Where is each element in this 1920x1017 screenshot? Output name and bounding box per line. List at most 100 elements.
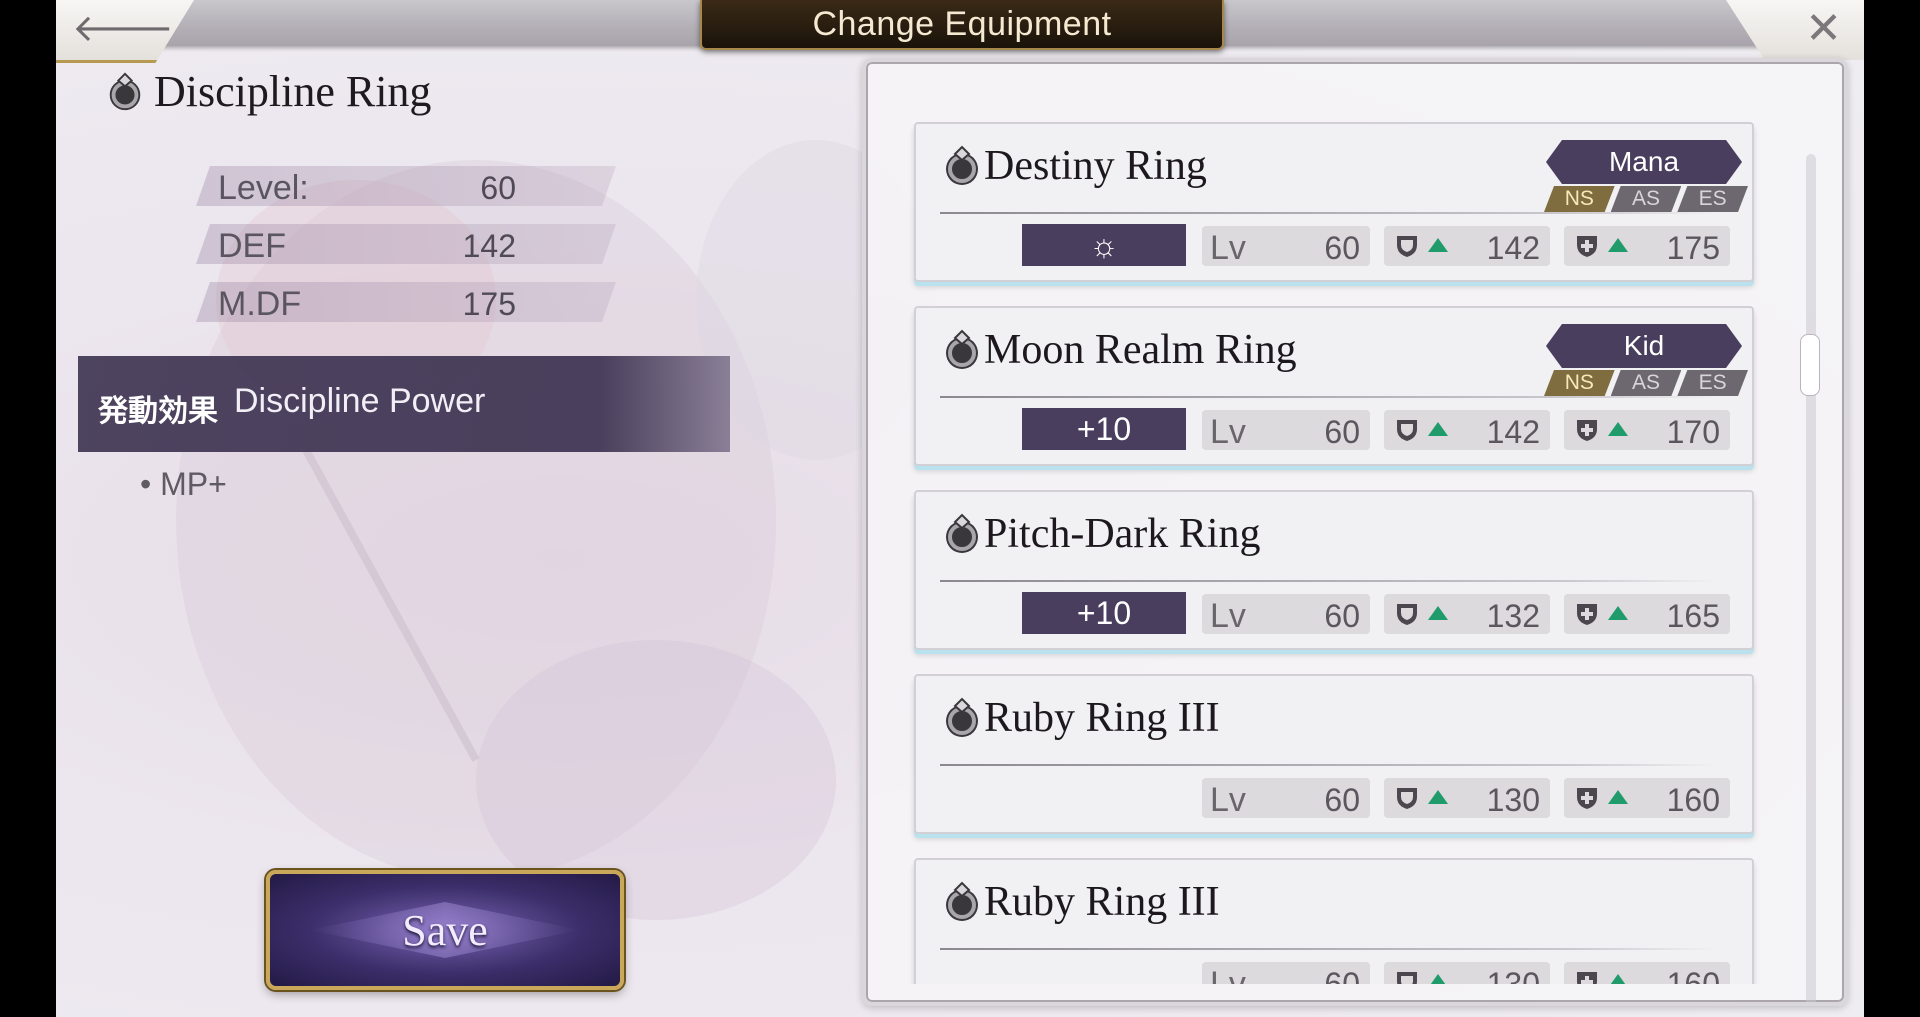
def-pill: 132: [1384, 594, 1550, 634]
mdf-value: 160: [1666, 782, 1720, 818]
enhance-badge: ☼: [1022, 224, 1186, 266]
equipment-name: Destiny Ring: [984, 143, 1207, 189]
scrollbar-track[interactable]: [1806, 154, 1816, 1002]
equipment-list-panel[interactable]: Destiny Ring Mana NS AS ES ☼ Lv 60 142 1…: [862, 58, 1848, 1006]
save-label: Save: [402, 905, 488, 955]
level-label: Lv: [1210, 413, 1246, 451]
stat-value: 142: [462, 228, 516, 264]
title-plate: Change Equipment: [700, 0, 1224, 50]
stat-value: 175: [462, 286, 516, 322]
mdf-value: 175: [1666, 230, 1720, 266]
def-value: 142: [1486, 414, 1540, 450]
equipment-name: Pitch-Dark Ring: [984, 511, 1261, 557]
level-value: 60: [1324, 414, 1360, 450]
magic-shield-icon: [1577, 972, 1597, 984]
mdf-value: 160: [1666, 966, 1720, 984]
style-tag: NS: [1544, 370, 1615, 396]
ring-icon: [946, 145, 978, 185]
equipment-name: Moon Realm Ring: [984, 327, 1297, 373]
character-badge: Mana: [1546, 140, 1742, 184]
effect-bar: 発動効果 Discipline Power: [78, 356, 730, 452]
stat-row-level: Level: 60: [196, 166, 616, 206]
stat-up-icon: [1608, 422, 1628, 436]
ring-icon: [946, 329, 978, 369]
mdf-pill: 165: [1564, 594, 1730, 634]
stat-up-icon: [1608, 238, 1628, 252]
save-button[interactable]: Save: [266, 870, 624, 990]
equipment-name: Ruby Ring III: [984, 695, 1220, 741]
close-button[interactable]: ✕: [1726, 0, 1864, 60]
equipment-list[interactable]: Destiny Ring Mana NS AS ES ☼ Lv 60 142 1…: [866, 92, 1844, 984]
equipment-card[interactable]: Ruby Ring III Lv 60 130 160: [914, 674, 1754, 834]
stat-up-icon: [1428, 790, 1448, 804]
divider: [940, 212, 1716, 214]
equipment-card[interactable]: Ruby Ring III Lv 60 130 160: [914, 858, 1754, 984]
shield-icon: [1397, 420, 1417, 441]
style-tag: ES: [1677, 186, 1748, 212]
level-pill: Lv 60: [1202, 962, 1370, 984]
stat-value: 60: [480, 170, 516, 206]
magic-shield-icon: [1577, 236, 1597, 257]
divider: [940, 396, 1716, 398]
mdf-value: 165: [1666, 598, 1720, 634]
def-value: 142: [1486, 230, 1540, 266]
stat-label: M.DF: [218, 285, 302, 323]
stat-label: DEF: [218, 227, 286, 265]
level-label: Lv: [1210, 965, 1246, 984]
level-label: Lv: [1210, 597, 1246, 635]
selected-item-header: Discipline Ring: [104, 66, 431, 117]
level-label: Lv: [1210, 229, 1246, 267]
back-arrow-icon: 🡐: [72, 6, 174, 50]
def-value: 130: [1486, 782, 1540, 818]
equipment-name: Ruby Ring III: [984, 879, 1220, 925]
level-pill: Lv 60: [1202, 594, 1370, 635]
equipment-card[interactable]: Pitch-Dark Ring +10 Lv 60 132 165: [914, 490, 1754, 650]
equipment-screen: 🡐 ✕ Change Equipment Discipline Ring Lev…: [56, 0, 1864, 1017]
equipment-card[interactable]: Moon Realm Ring Kid NS AS ES +10 Lv 60 1…: [914, 306, 1754, 466]
shield-icon: [1397, 604, 1417, 625]
style-tag: ES: [1677, 370, 1748, 396]
style-tag: NS: [1544, 186, 1615, 212]
ring-icon: [946, 513, 978, 553]
style-tag: AS: [1611, 186, 1682, 212]
enhance-badge: +10: [1022, 408, 1186, 450]
equipment-card[interactable]: Destiny Ring Mana NS AS ES ☼ Lv 60 142 1…: [914, 122, 1754, 282]
magic-shield-icon: [1577, 420, 1597, 441]
effect-label: 発動効果: [98, 394, 218, 429]
stat-label: Level:: [218, 169, 309, 207]
shield-icon: [1397, 236, 1417, 257]
divider: [940, 948, 1716, 950]
mdf-value: 170: [1666, 414, 1720, 450]
close-icon: ✕: [1805, 3, 1842, 54]
level-value: 60: [1324, 782, 1360, 818]
shield-icon: [1397, 788, 1417, 809]
page-title: Change Equipment: [812, 4, 1112, 43]
level-value: 60: [1324, 598, 1360, 634]
back-button[interactable]: 🡐: [56, 0, 194, 63]
effect-name: Discipline Power: [234, 382, 486, 420]
mdf-pill: 175: [1564, 226, 1730, 266]
stat-up-icon: [1428, 422, 1448, 436]
magic-shield-icon: [1577, 604, 1597, 625]
scrollbar-thumb[interactable]: [1800, 334, 1820, 396]
effect-bullet: • MP+: [140, 466, 227, 502]
character-badge: Kid: [1546, 324, 1742, 368]
shield-icon: [1397, 972, 1417, 984]
def-value: 130: [1486, 966, 1540, 984]
stat-up-icon: [1608, 606, 1628, 620]
level-value: 60: [1324, 966, 1360, 984]
def-pill: 130: [1384, 778, 1550, 818]
stat-up-icon: [1428, 606, 1448, 620]
stat-row-mdf: M.DF 175: [196, 282, 616, 322]
ring-icon: [109, 72, 141, 110]
style-tags: NS AS ES: [1544, 186, 1744, 212]
mdf-pill: 170: [1564, 410, 1730, 450]
level-pill: Lv 60: [1202, 226, 1370, 267]
ring-icon: [946, 697, 978, 737]
divider: [940, 764, 1716, 766]
level-pill: Lv 60: [1202, 778, 1370, 819]
divider: [940, 580, 1716, 582]
ring-icon: [946, 881, 978, 921]
selected-item-name: Discipline Ring: [154, 67, 432, 116]
stat-up-icon: [1428, 974, 1448, 984]
